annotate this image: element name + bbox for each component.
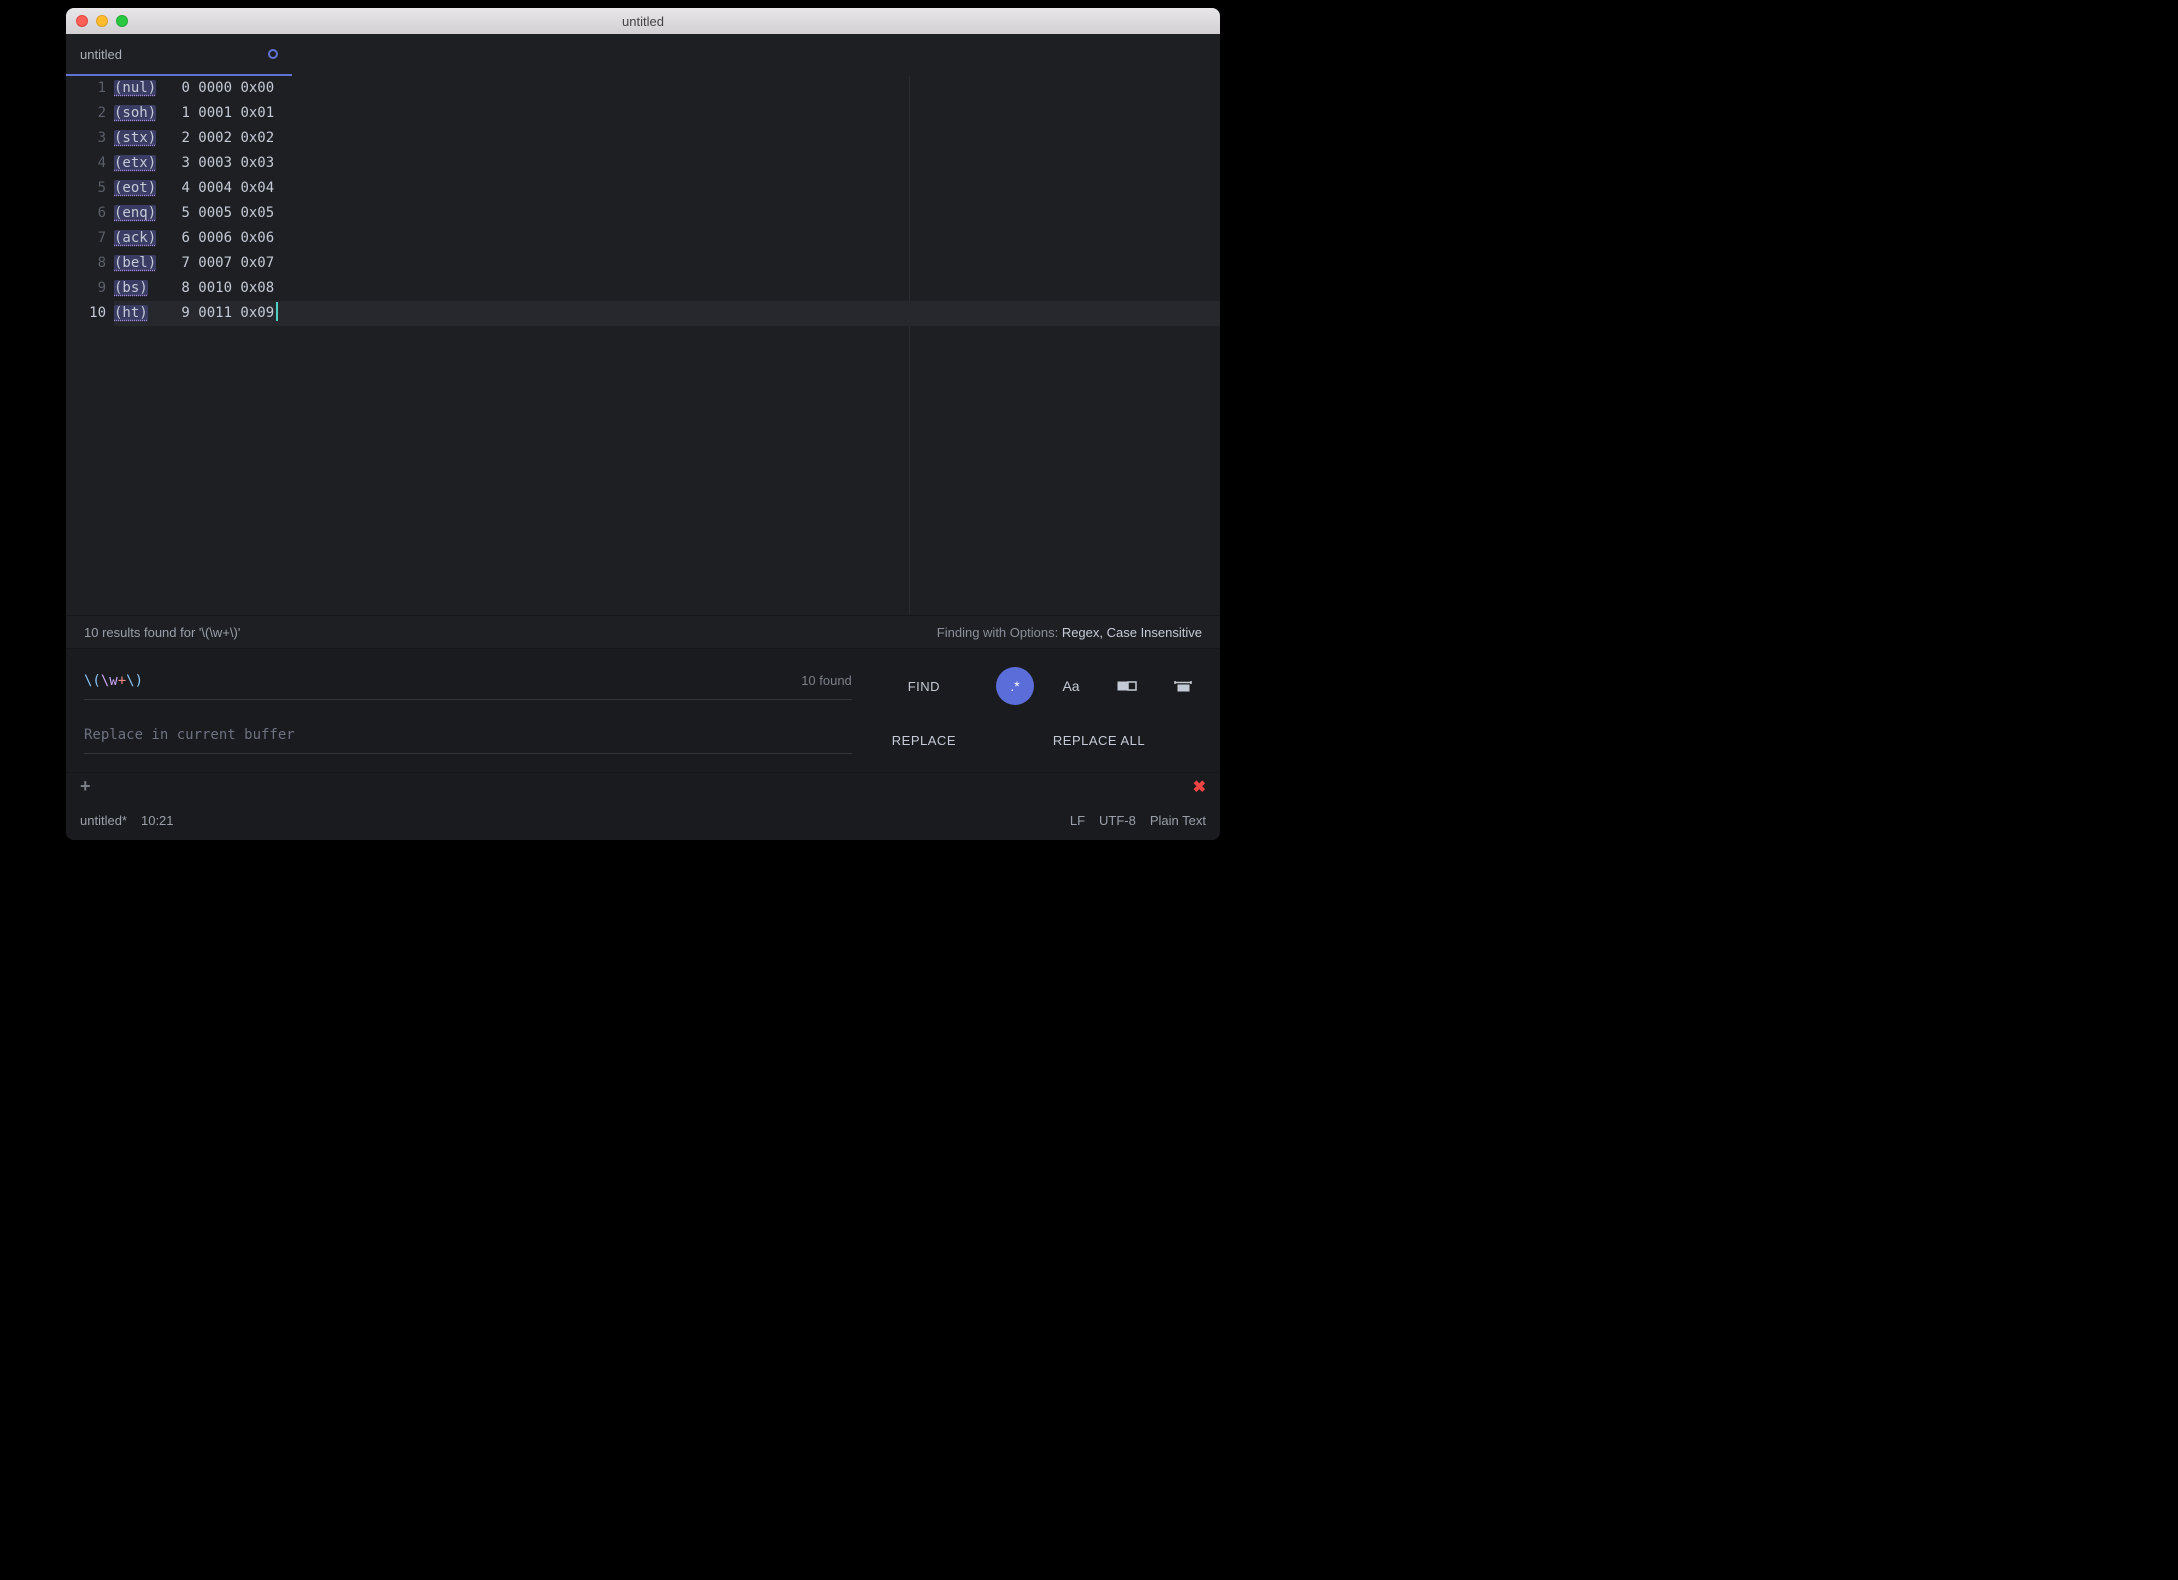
code-text: 0 0000 0x00 [156, 80, 274, 96]
status-encoding[interactable]: UTF-8 [1099, 813, 1136, 828]
search-match: (enq) [114, 205, 156, 221]
find-options-text: Finding with Options: Regex, Case Insens… [937, 625, 1202, 640]
status-bar: untitled* 10:21 LF UTF-8 Plain Text [66, 800, 1220, 840]
modified-icon [268, 49, 278, 59]
code-text: 7 0007 0x07 [156, 255, 274, 271]
regex-toggle[interactable]: .* [996, 667, 1034, 705]
status-grammar[interactable]: Plain Text [1150, 813, 1206, 828]
search-match: (ack) [114, 230, 156, 246]
code-text: 2 0002 0x02 [156, 130, 274, 146]
code-line[interactable]: (enq) 5 0005 0x05 [114, 201, 1220, 226]
traffic-lights [76, 15, 128, 27]
code-area[interactable]: (nul) 0 0000 0x00(soh) 1 0001 0x01(stx) … [114, 76, 1220, 615]
editor[interactable]: 12345678910 (nul) 0 0000 0x00(soh) 1 000… [66, 76, 1220, 615]
case-icon: Aa [1062, 678, 1079, 694]
titlebar: untitled [66, 8, 1220, 34]
tab-label: untitled [80, 47, 122, 62]
code-line[interactable]: (ack) 6 0006 0x06 [114, 226, 1220, 251]
status-file[interactable]: untitled* [80, 813, 127, 828]
search-match: (eot) [114, 180, 156, 196]
code-text: 6 0006 0x06 [156, 230, 274, 246]
line-number: 7 [66, 226, 106, 251]
find-pattern: \(\w+\) [84, 673, 801, 689]
search-match: (etx) [114, 155, 156, 171]
replace-button[interactable]: REPLACE [882, 727, 966, 754]
whole-word-icon [1173, 679, 1193, 693]
regex-icon: .* [1010, 678, 1019, 694]
find-input[interactable]: \(\w+\) 10 found [84, 673, 852, 700]
line-number: 6 [66, 201, 106, 226]
line-number: 5 [66, 176, 106, 201]
find-options-label: Finding with Options: [937, 625, 1062, 640]
find-options-values: Regex, Case Insensitive [1062, 625, 1202, 640]
cursor-caret [276, 302, 278, 321]
status-cursor[interactable]: 10:21 [141, 813, 174, 828]
replace-placeholder: Replace in current buffer [84, 727, 295, 743]
find-and-replace-panel: \(\w+\) 10 found FIND .* Aa [66, 648, 1220, 772]
line-number: 8 [66, 251, 106, 276]
code-text: 9 0011 0x09 [148, 305, 274, 321]
find-status-bar: 10 results found for '\(\w+\)' Finding w… [66, 615, 1220, 648]
code-line[interactable]: (nul) 0 0000 0x00 [114, 76, 1220, 101]
code-text: 1 0001 0x01 [156, 105, 274, 121]
status-eol[interactable]: LF [1070, 813, 1085, 828]
code-text: 4 0004 0x04 [156, 180, 274, 196]
search-match: (bs) [114, 280, 148, 296]
whole-word-toggle[interactable] [1164, 667, 1202, 705]
line-number: 3 [66, 126, 106, 151]
line-number: 4 [66, 151, 106, 176]
code-line[interactable]: (bel) 7 0007 0x07 [114, 251, 1220, 276]
gutter: 12345678910 [66, 76, 114, 615]
line-number: 9 [66, 276, 106, 301]
editor-window: untitled untitled 12345678910 (nul) 0 00… [66, 8, 1220, 840]
search-match: (ht) [114, 305, 148, 321]
close-icon[interactable] [76, 15, 88, 27]
replace-input[interactable]: Replace in current buffer [84, 727, 852, 754]
line-number: 10 [66, 301, 106, 326]
selection-icon [1117, 679, 1137, 693]
case-sensitive-toggle[interactable]: Aa [1052, 667, 1090, 705]
line-number: 2 [66, 101, 106, 126]
code-line[interactable]: (eot) 4 0004 0x04 [114, 176, 1220, 201]
tab-bar: untitled [66, 34, 1220, 76]
zoom-icon[interactable] [116, 15, 128, 27]
minimize-icon[interactable] [96, 15, 108, 27]
find-count: 10 found [801, 673, 852, 688]
bottom-toolbar: + ✖ [66, 772, 1220, 800]
plus-icon[interactable]: + [80, 776, 91, 797]
code-line[interactable]: (soh) 1 0001 0x01 [114, 101, 1220, 126]
search-match: (bel) [114, 255, 156, 271]
search-match: (soh) [114, 105, 156, 121]
find-options-group: .* Aa [996, 667, 1202, 705]
window-title: untitled [66, 14, 1220, 29]
search-match: (stx) [114, 130, 156, 146]
tab-untitled[interactable]: untitled [66, 34, 292, 76]
code-line[interactable]: (stx) 2 0002 0x02 [114, 126, 1220, 151]
replace-all-button[interactable]: REPLACE ALL [1043, 727, 1155, 754]
code-line[interactable]: (bs) 8 0010 0x08 [114, 276, 1220, 301]
code-line[interactable]: (ht) 9 0011 0x09 [114, 301, 1220, 326]
in-selection-toggle[interactable] [1108, 667, 1146, 705]
code-text: 5 0005 0x05 [156, 205, 274, 221]
code-text: 8 0010 0x08 [148, 280, 274, 296]
find-results-text: 10 results found for '\(\w+\)' [84, 625, 240, 640]
search-match: (nul) [114, 80, 156, 96]
code-text: 3 0003 0x03 [156, 155, 274, 171]
code-line[interactable]: (etx) 3 0003 0x03 [114, 151, 1220, 176]
line-number: 1 [66, 76, 106, 101]
close-panel-icon[interactable]: ✖ [1193, 777, 1206, 797]
find-button[interactable]: FIND [882, 673, 966, 700]
